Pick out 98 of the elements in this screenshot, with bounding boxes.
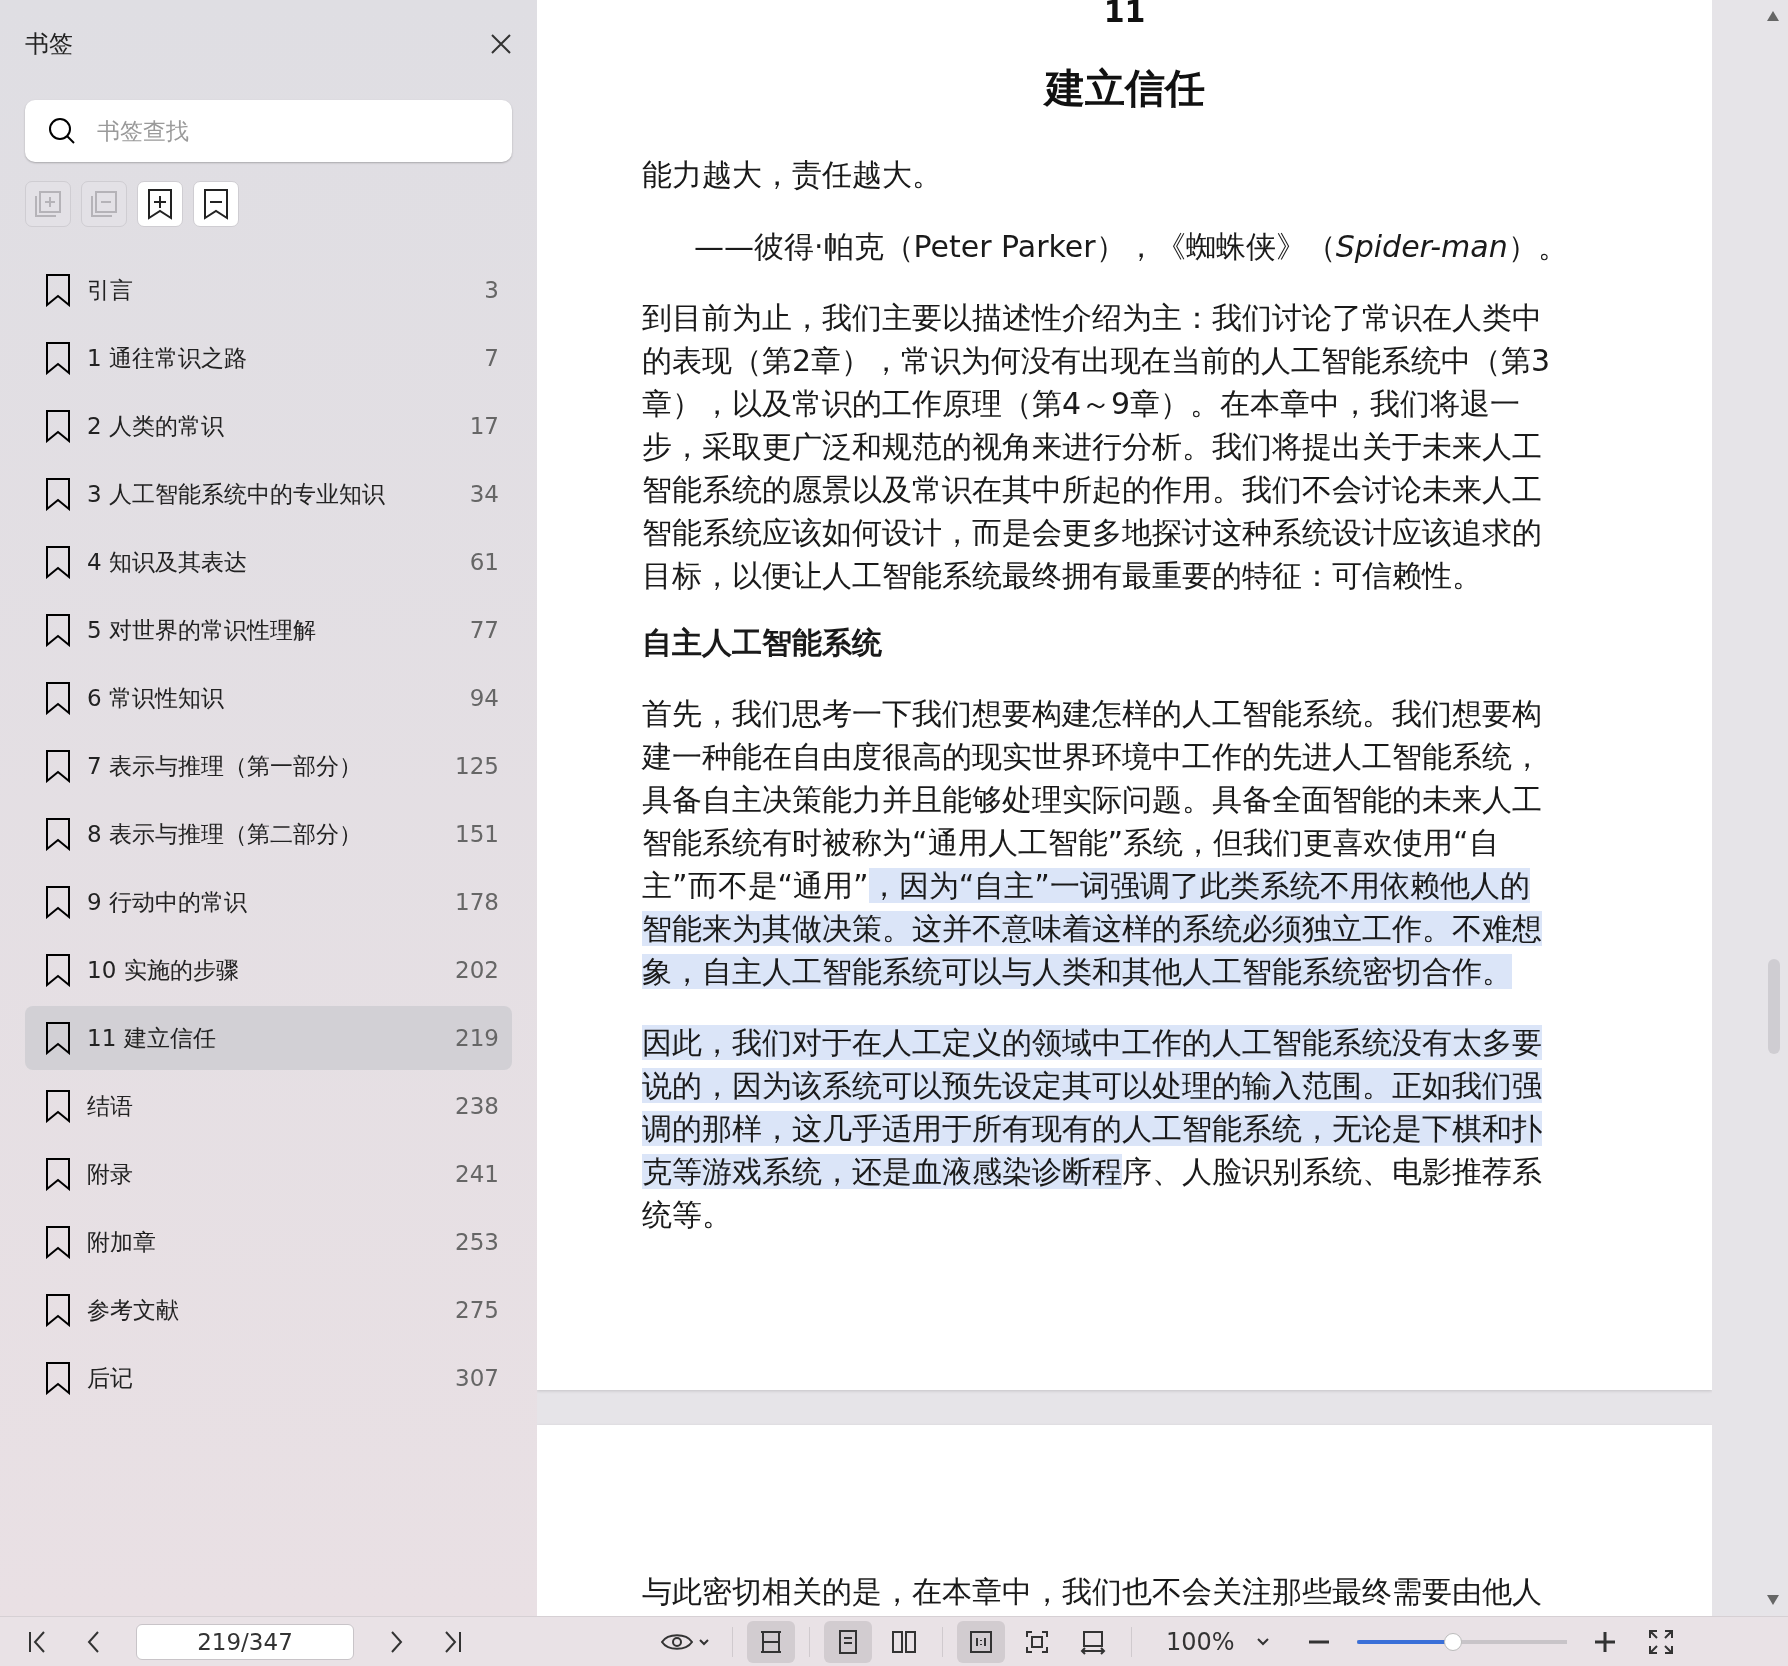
view-mode-button[interactable] — [824, 1620, 872, 1663]
page-number: 94 — [469, 685, 499, 711]
bookmark-icon — [45, 953, 71, 987]
page-number-field[interactable]: 219/347 — [136, 1623, 354, 1660]
bookmark-item[interactable]: 1 通往常识之路 7 — [25, 326, 512, 390]
bookmark-item[interactable]: 2 人类的常识 17 — [25, 394, 512, 458]
epigraph: 能力越大，责任越大。 — [642, 156, 943, 194]
bookmark-item[interactable]: 9 行动中的常识 178 — [25, 870, 512, 934]
page-number: 275 — [455, 1297, 499, 1323]
bookmark-tool-button[interactable] — [193, 181, 239, 227]
bookmark-icon — [45, 817, 71, 851]
close-icon — [490, 33, 512, 55]
bookmark-icon — [45, 273, 71, 307]
bookmark-label: 附录 — [87, 1159, 134, 1189]
page-number: 253 — [455, 1229, 499, 1255]
bookmark-label: 引言 — [87, 275, 134, 305]
bookmark-icon — [45, 1157, 71, 1191]
search-icon — [47, 116, 77, 146]
zoom-slider-thumb[interactable] — [1444, 1632, 1463, 1651]
bookmark-icon — [45, 409, 71, 443]
bookmark-label: 3 人工智能系统中的专业知识 — [87, 479, 386, 509]
minus-icon — [1307, 1639, 1330, 1644]
chapter-title: 建立信任 — [1042, 66, 1206, 110]
bookmark-tool-button[interactable] — [137, 181, 183, 227]
bookmark-label: 5 对世界的常识性理解 — [87, 615, 317, 645]
page-number: 125 — [455, 753, 499, 779]
bookmark-item[interactable]: 引言 3 — [25, 258, 512, 322]
bookmark-item[interactable]: 6 常识性知识 94 — [25, 666, 512, 730]
page-number: 17 — [469, 413, 499, 439]
bookmark-item[interactable]: 结语 238 — [25, 1074, 512, 1138]
bookmark-icon — [45, 749, 71, 783]
bookmark-icon — [45, 885, 71, 919]
search-input[interactable]: 书签查找 — [95, 117, 490, 145]
bookmark-item[interactable]: 后记 307 — [25, 1346, 512, 1410]
bookmark-label: 7 表示与推理（第一部分） — [87, 751, 363, 781]
page-number: 7 — [484, 345, 499, 371]
bookmark-icon — [45, 1293, 71, 1327]
page-number: 3 — [484, 277, 499, 303]
bookmark-icon — [45, 1089, 71, 1123]
page-number: 307 — [455, 1365, 499, 1391]
bookmark-item[interactable]: 5 对世界的常识性理解 77 — [25, 598, 512, 662]
bookmark-icon — [45, 613, 71, 647]
bookmark-plus-icon — [146, 188, 174, 220]
sidebar-title: 书签 — [25, 29, 73, 60]
page-number: 178 — [455, 889, 499, 915]
body-paragraph: 首先，我们思考一下我们想要构建怎样的人工智能系统。我们想要构建一种能在自由度很高的现实世界环境中工作的先进人工智能系统，具备自主决策能力并且能够处理实际问题。具备全面智能的未来人工智能系统有时被称为“通用人工智能”系统，但我们更喜欢使用“自主”而不是“通用”，因为“自主”一词强调了此类系统不用依赖他人的智能来为其做决策。这并不意味着这样的系统必须独立工作。不难想象，自主人工智能系统可以与人类和其他人工智能系统密切合作。 — [642, 695, 1543, 991]
bookmark-icon — [45, 1225, 71, 1259]
page-number: 238 — [455, 1093, 499, 1119]
bookmark-icon — [45, 1021, 71, 1055]
bookmark-label: 1 通往常识之路 — [87, 343, 248, 373]
fullscreen-icon — [1646, 1627, 1675, 1656]
section-heading: 自主人工智能系统 — [642, 624, 883, 662]
page-number: 34 — [469, 481, 499, 507]
bookmark-item[interactable]: 附加章 253 — [25, 1210, 512, 1274]
zoom-level: 100% — [1166, 1627, 1235, 1656]
remove-group-icon — [88, 188, 120, 220]
bookmark-label: 4 知识及其表达 — [87, 547, 248, 577]
bookmark-icon — [45, 1361, 71, 1395]
bookmark-item[interactable]: 8 表示与推理（第二部分） 151 — [25, 802, 512, 866]
bookmark-label: 后记 — [87, 1363, 134, 1393]
bookmark-label: 6 常识性知识 — [87, 683, 225, 713]
plus-icon — [1592, 1629, 1617, 1654]
epigraph-attribution: ——彼得·帕克（Peter Parker），《蜘蛛侠》（Spider-man）。 — [693, 228, 1569, 266]
chapter-number: 11 — [1102, 0, 1147, 24]
page-number: 241 — [455, 1161, 499, 1187]
body-paragraph: 到目前为止，我们主要以描述性介绍为主：我们讨论了常识在人类中的表现（第2章），常识为何没有出现在当前的人工智能系统中（第3章），以及常识的工作原理（第4～9章）。在本章中，我们将退一步，采取更广泛和规范的视角来进行分析。我们将提出关于未来人工智能系统的愿景以及常识在其中所起的作用。我们不会讨论未来人工智能系统应该如何设计，而是会更多地探讨这种系统设计应该追求的目标，以便让人工智能系统最终拥有最重要的特征：可信赖性。 — [642, 299, 1552, 595]
page-number: 77 — [469, 617, 499, 643]
bookmark-item[interactable]: 参考文献 275 — [25, 1278, 512, 1342]
bookmark-label: 8 表示与推理（第二部分） — [87, 819, 363, 849]
bookmark-icon — [45, 681, 71, 715]
bookmark-label: 2 人类的常识 — [87, 411, 225, 441]
search-bar[interactable]: 书签查找 — [25, 100, 512, 162]
bookmark-item[interactable]: 11 建立信任 219 — [25, 1006, 512, 1070]
bookmark-icon — [45, 477, 71, 511]
bookmark-label: 9 行动中的常识 — [87, 887, 248, 917]
bookmark-item[interactable]: 4 知识及其表达 61 — [25, 530, 512, 594]
caret-icon — [1254, 1635, 1271, 1648]
bookmark-icon — [45, 545, 71, 579]
bookmark-label: 结语 — [87, 1091, 134, 1121]
add-group-icon — [32, 188, 64, 220]
bookmark-label: 附加章 — [87, 1227, 157, 1257]
page-number: 151 — [455, 821, 499, 847]
bookmark-item[interactable]: 10 实施的步骤 202 — [25, 938, 512, 1002]
view-mode-button[interactable] — [747, 1620, 795, 1663]
bookmark-minus-icon — [202, 188, 230, 220]
bookmark-item[interactable]: 附录 241 — [25, 1142, 512, 1206]
body-paragraph: 与此密切相关的是，在本章中，我们也不会关注那些最终需要由他人 — [642, 1573, 1543, 1611]
bookmark-label: 10 实施的步骤 — [87, 955, 240, 985]
page-number: 61 — [469, 549, 499, 575]
page-number: 202 — [455, 957, 499, 983]
bookmark-item[interactable]: 3 人工智能系统中的专业知识 34 — [25, 462, 512, 526]
view-mode-button[interactable] — [957, 1620, 1005, 1663]
bookmark-label: 参考文献 — [87, 1295, 180, 1325]
bookmark-icon — [45, 341, 71, 375]
close-button[interactable] — [490, 33, 512, 55]
page-number: 219 — [455, 1025, 499, 1051]
bookmark-label: 11 建立信任 — [87, 1023, 217, 1053]
bookmark-item[interactable]: 7 表示与推理（第一部分） 125 — [25, 734, 512, 798]
